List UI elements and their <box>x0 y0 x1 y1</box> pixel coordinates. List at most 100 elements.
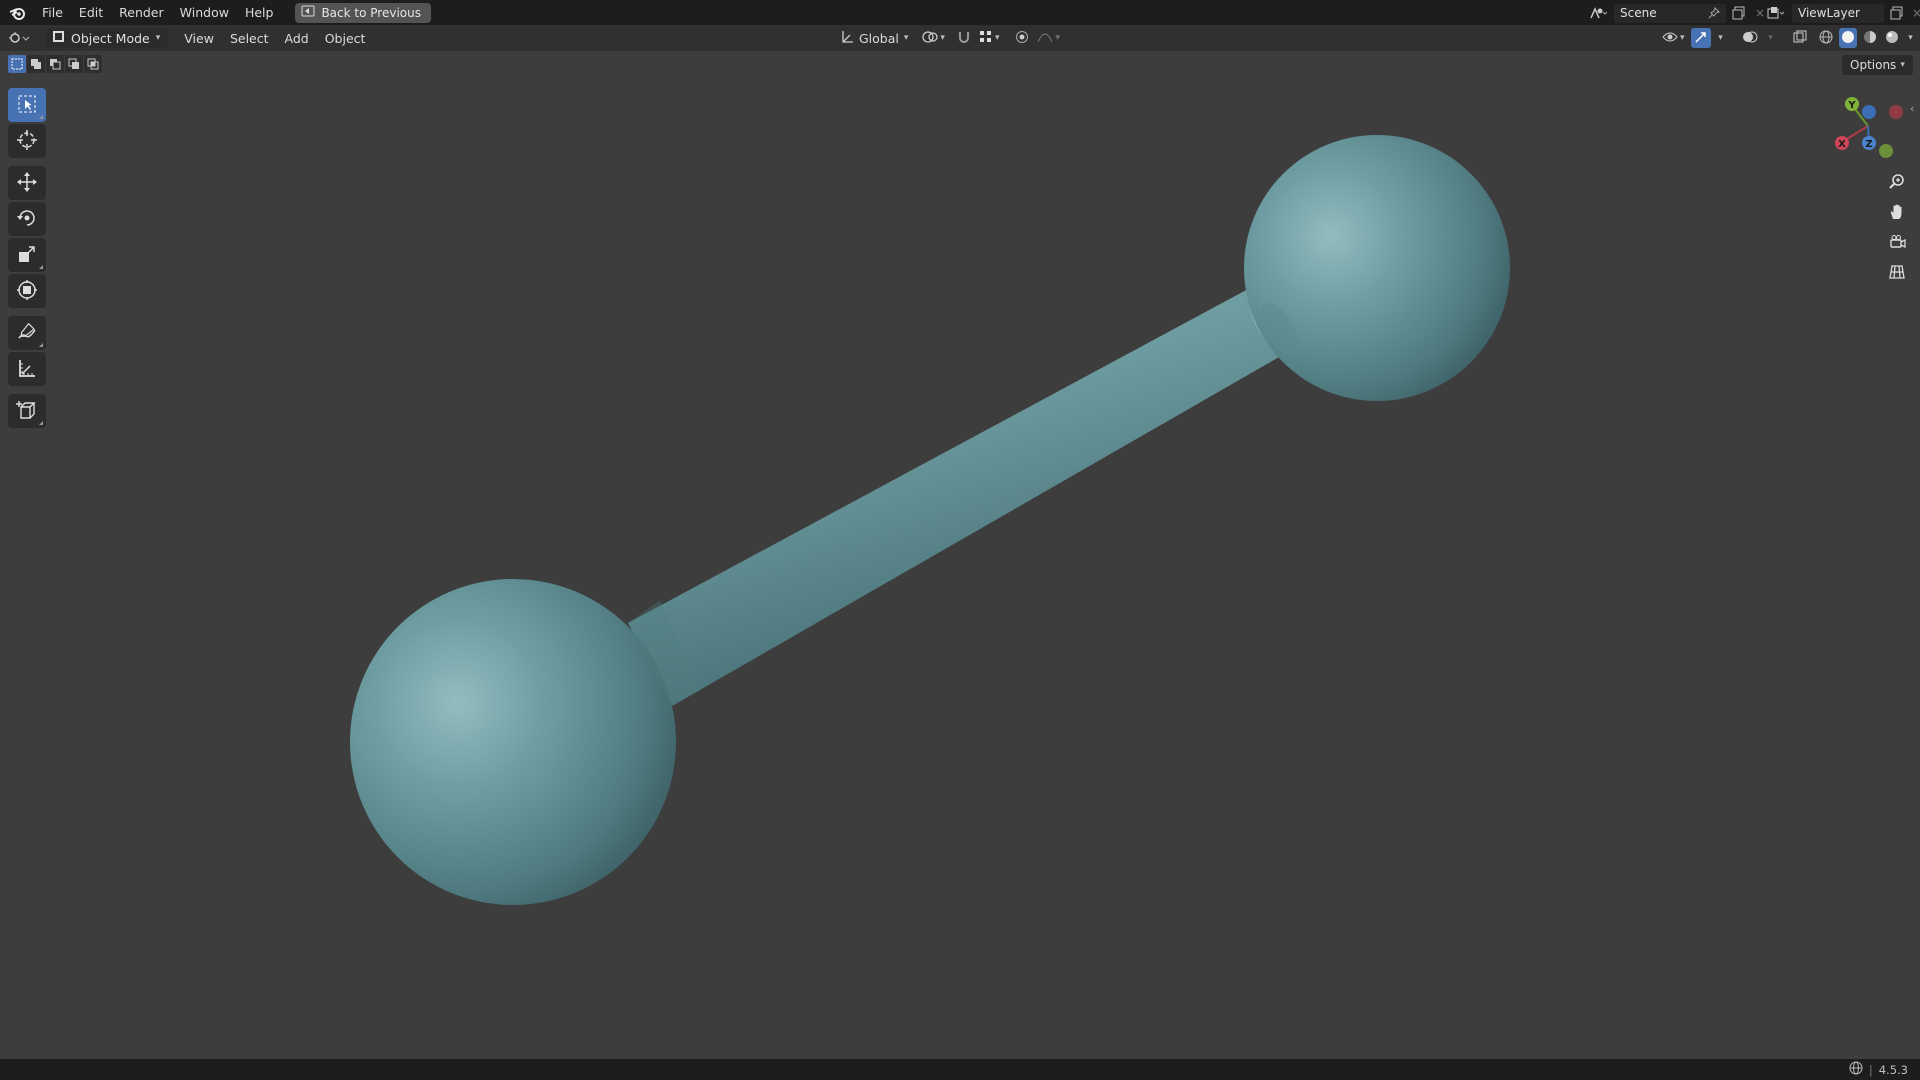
tool-variants-indicator <box>39 421 43 425</box>
gizmo-y-label: Y <box>1847 100 1856 111</box>
tool-variants-indicator <box>39 265 43 269</box>
shading-material-button[interactable] <box>1861 28 1879 48</box>
shading-solid-button[interactable] <box>1838 28 1857 48</box>
chevron-down-icon: ▾ <box>1718 33 1723 43</box>
status-bar: | 4.5.3 <box>0 1059 1920 1080</box>
shading-wireframe-button[interactable] <box>1817 28 1835 48</box>
object-mode-dropdown[interactable]: Object Mode ▾ <box>46 28 169 48</box>
pencil-icon <box>16 321 38 346</box>
snap-grid-icon <box>979 30 993 47</box>
chevron-down-icon: ▾ <box>903 33 909 43</box>
proportional-falloff-dropdown[interactable]: ▾ <box>1037 28 1060 48</box>
select-invert-icon[interactable] <box>65 55 83 73</box>
chevron-down-icon: ▾ <box>155 33 161 43</box>
shading-options-dropdown[interactable]: ▾ <box>1905 28 1917 48</box>
select-box-icon <box>17 94 37 117</box>
sidebar-toggle-chevron-icon[interactable]: ‹ <box>1910 102 1914 115</box>
menu-object[interactable]: Object <box>317 31 374 46</box>
measure-tool[interactable] <box>8 352 46 386</box>
view-layer-type-icon[interactable] <box>1762 3 1790 23</box>
scale-icon <box>17 244 37 267</box>
new-view-layer-icon[interactable] <box>1886 3 1908 23</box>
select-subtract-icon[interactable] <box>46 55 64 73</box>
object-mode-label: Object Mode <box>71 30 150 46</box>
annotate-tool[interactable] <box>8 316 46 350</box>
camera-view-button[interactable] <box>1882 228 1912 258</box>
gizmo-options-dropdown[interactable]: ▾ <box>1715 28 1727 48</box>
rotate-tool[interactable] <box>8 202 46 236</box>
rod-mesh[interactable] <box>628 274 1314 706</box>
menu-render[interactable]: Render <box>111 0 172 25</box>
view-layer-name-field[interactable]: ViewLayer <box>1792 3 1884 23</box>
scene-name-field[interactable]: Scene <box>1614 3 1726 23</box>
select-intersect-icon[interactable] <box>84 55 102 73</box>
gizmo-x-label: X <box>1838 139 1846 150</box>
version-label: 4.5.3 <box>1878 1062 1908 1077</box>
tool-variants-indicator <box>39 115 43 119</box>
menu-help[interactable]: Help <box>237 0 282 25</box>
transform-tool[interactable] <box>8 274 46 308</box>
xray-toggle[interactable] <box>1789 28 1811 48</box>
blender-logo-icon[interactable] <box>0 0 34 25</box>
menu-view[interactable]: View <box>176 31 222 46</box>
add-cube-tool[interactable] <box>8 394 46 428</box>
new-scene-icon[interactable] <box>1728 3 1750 23</box>
cursor-tool[interactable] <box>8 124 46 158</box>
chevron-down-icon: ▾ <box>940 33 945 43</box>
snap-toggle[interactable] <box>955 28 973 48</box>
sphere-right-mesh[interactable] <box>1244 135 1510 401</box>
tool-shelf <box>8 88 48 430</box>
move-tool[interactable] <box>8 166 46 200</box>
ruler-icon <box>17 358 37 381</box>
tool-variants-indicator <box>39 343 43 347</box>
overlays-dropdown[interactable]: ▾ <box>1765 28 1777 48</box>
material-sphere-icon <box>1863 30 1877 47</box>
menu-add[interactable]: Add <box>277 31 317 46</box>
chevron-down-icon: ▾ <box>1768 33 1773 43</box>
back-arrow-icon <box>301 5 315 20</box>
gizmo-toggle[interactable] <box>1690 28 1711 48</box>
viewport-3d[interactable]: Y X Z <box>0 0 1920 1080</box>
editor-type-icon[interactable] <box>0 28 42 48</box>
object-mode-icon <box>52 30 65 46</box>
move-arrows-icon <box>16 171 38 196</box>
overlays-toggle[interactable] <box>1739 28 1761 48</box>
transform-orientation-label: Global <box>859 30 899 46</box>
pin-icon[interactable] <box>1708 6 1720 22</box>
menu-select[interactable]: Select <box>222 31 277 46</box>
magnet-icon <box>957 30 971 47</box>
pan-button[interactable] <box>1882 198 1912 228</box>
object-visibility-dropdown[interactable]: ▾ <box>1660 28 1687 48</box>
remove-view-layer-icon[interactable]: × <box>1910 3 1920 23</box>
menu-window[interactable]: Window <box>172 0 237 25</box>
zoom-button[interactable] <box>1882 168 1912 198</box>
menu-file[interactable]: File <box>34 0 71 25</box>
viewport-header: Object Mode ▾ View Select Add Object Glo… <box>0 25 1920 51</box>
transform-orientation-dropdown[interactable]: Global ▾ <box>836 28 912 48</box>
falloff-curve-icon <box>1037 30 1053 47</box>
menu-edit[interactable]: Edit <box>71 0 111 25</box>
chevron-down-icon: ▾ <box>1908 33 1913 43</box>
pivot-point-dropdown[interactable]: ▾ <box>918 28 949 48</box>
sphere-left-mesh[interactable] <box>350 579 676 905</box>
snap-target-dropdown[interactable]: ▾ <box>979 28 999 48</box>
shading-rendered-button[interactable] <box>1883 28 1901 48</box>
status-divider: | <box>1868 1062 1873 1077</box>
select-box-tool[interactable] <box>8 88 46 122</box>
back-to-previous-button[interactable]: Back to Previous <box>295 2 431 23</box>
options-dropdown[interactable]: Options ▾ <box>1842 55 1913 75</box>
chevron-down-icon: ▾ <box>1680 33 1685 43</box>
rotate-icon <box>16 207 38 232</box>
wireframe-sphere-icon <box>1819 30 1833 47</box>
select-set-new-icon[interactable] <box>8 55 26 73</box>
network-globe-icon[interactable] <box>1849 1061 1863 1078</box>
xray-icon <box>1793 30 1807 47</box>
scale-tool[interactable] <box>8 238 46 272</box>
back-to-previous-label: Back to Previous <box>321 5 421 20</box>
select-extend-icon[interactable] <box>27 55 45 73</box>
scene-type-icon[interactable] <box>1584 3 1612 23</box>
perspective-toggle-button[interactable] <box>1882 258 1912 288</box>
rendered-sphere-icon <box>1885 30 1899 47</box>
proportional-editing-toggle[interactable] <box>1013 28 1031 48</box>
navigation-gizmo[interactable]: Y X Z <box>1835 97 1903 158</box>
